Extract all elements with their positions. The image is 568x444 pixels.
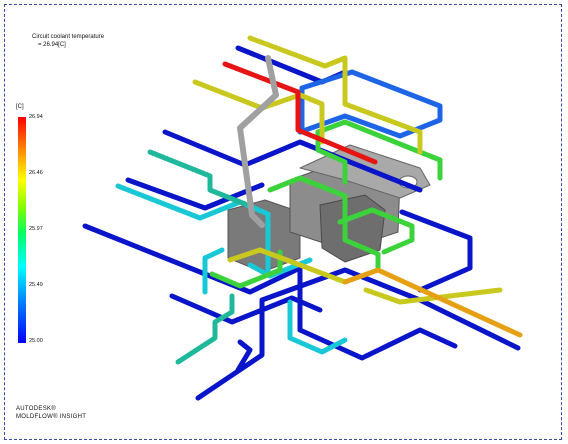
sprue-runner (237, 55, 279, 228)
brand-moldflow: MOLDFLOW® INSIGHT (16, 414, 87, 420)
3d-model-view[interactable] (0, 0, 568, 444)
brand-autodesk: AUTODESK® (16, 406, 57, 412)
